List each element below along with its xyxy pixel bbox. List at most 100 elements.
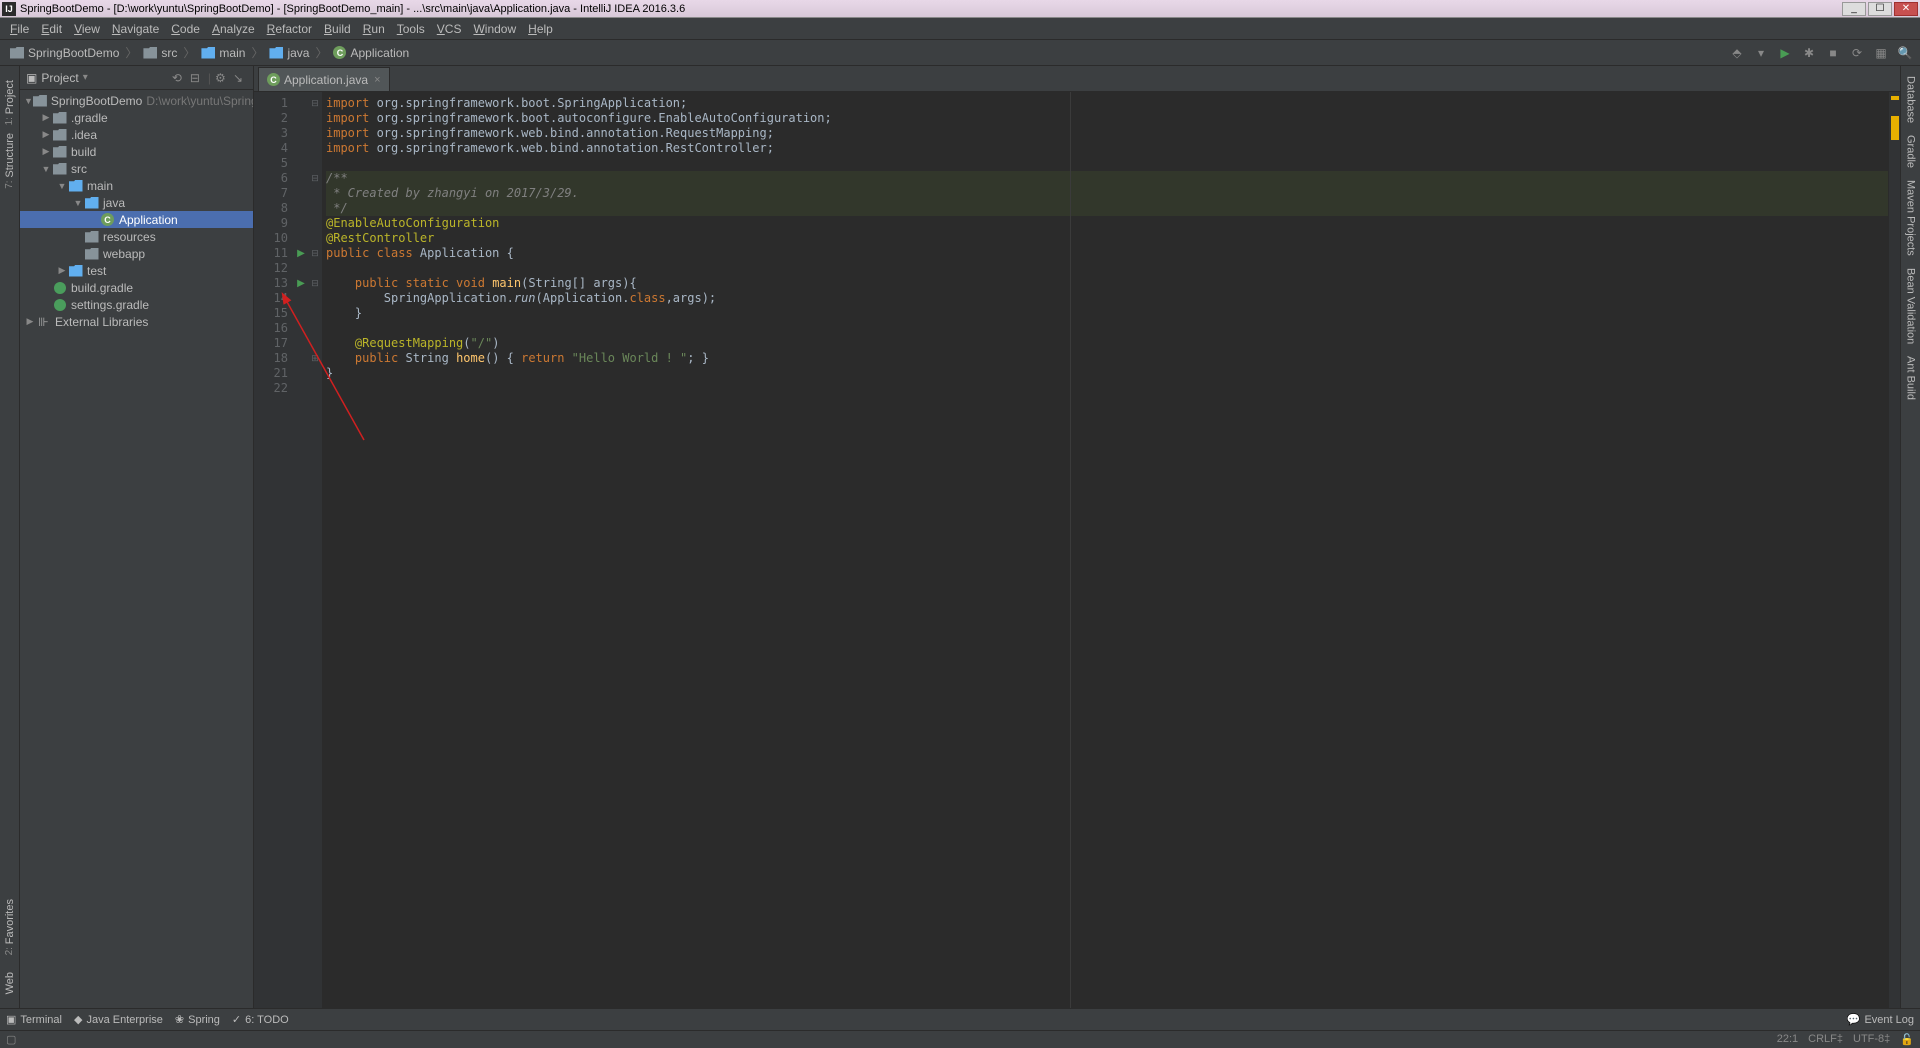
update-button[interactable]: ⟳	[1848, 44, 1866, 62]
code-line[interactable]: import org.springframework.web.bind.anno…	[326, 141, 1888, 156]
menu-vcs[interactable]: VCS	[431, 20, 468, 38]
code-line[interactable]	[326, 381, 1888, 396]
tool-windows-icon[interactable]: ▢	[6, 1033, 16, 1046]
fold-marker[interactable]	[308, 366, 322, 381]
tree-item-main[interactable]: ▼main	[20, 177, 253, 194]
tree-item-webapp[interactable]: webapp	[20, 245, 253, 262]
code-line[interactable]: import org.springframework.boot.SpringAp…	[326, 96, 1888, 111]
tree-item-settings-gradle[interactable]: settings.gradle	[20, 296, 253, 313]
gutter-tab-project[interactable]: 1: Project	[2, 76, 18, 129]
code-line[interactable]: @EnableAutoConfiguration	[326, 216, 1888, 231]
editor-tab-application[interactable]: C Application.java ×	[258, 67, 390, 91]
menu-refactor[interactable]: Refactor	[261, 20, 318, 38]
gutter-marker[interactable]	[294, 171, 308, 186]
code-line[interactable]	[326, 261, 1888, 276]
fold-marker[interactable]	[308, 261, 322, 276]
fold-marker[interactable]	[308, 201, 322, 216]
autoscroll-icon[interactable]: ⟲	[172, 71, 186, 85]
dropdown-icon[interactable]: ▾	[83, 72, 88, 83]
breadcrumb-springbootdemo[interactable]: SpringBootDemo	[6, 45, 123, 61]
breadcrumb-java[interactable]: java	[265, 45, 313, 61]
hide-icon[interactable]: ↘	[233, 71, 247, 85]
gutter-marker[interactable]	[294, 336, 308, 351]
gutter-marker[interactable]: ▶	[294, 246, 308, 261]
expand-icon[interactable]: ▼	[40, 164, 52, 174]
menu-help[interactable]: Help	[522, 20, 559, 38]
tree-item-build-gradle[interactable]: build.gradle	[20, 279, 253, 296]
layout-button[interactable]: ▦	[1872, 44, 1890, 62]
fold-marker[interactable]	[308, 291, 322, 306]
gutter-marker[interactable]	[294, 201, 308, 216]
line-separator[interactable]: CRLF‡	[1808, 1033, 1843, 1046]
fold-marker[interactable]	[308, 381, 322, 396]
tree-item-test[interactable]: ▶test	[20, 262, 253, 279]
expand-icon[interactable]: ▶	[40, 112, 52, 123]
caret-position[interactable]: 22:1	[1777, 1033, 1798, 1046]
gutter-marker[interactable]	[294, 366, 308, 381]
file-encoding[interactable]: UTF-8‡	[1853, 1033, 1890, 1046]
expand-icon[interactable]: ▼	[72, 198, 84, 208]
gutter-marker[interactable]	[294, 291, 308, 306]
fold-marker[interactable]	[308, 126, 322, 141]
expand-icon[interactable]: ▼	[24, 96, 33, 106]
gutter-marker[interactable]	[294, 126, 308, 141]
gutter-tab-structure[interactable]: 7: Structure	[2, 129, 18, 193]
menu-tools[interactable]: Tools	[391, 20, 431, 38]
run-icon[interactable]: ▶	[297, 248, 305, 259]
stop-button[interactable]: ■	[1824, 44, 1842, 62]
gutter-marker[interactable]	[294, 96, 308, 111]
breadcrumb-src[interactable]: src	[139, 45, 181, 61]
code-line[interactable]: */	[326, 201, 1888, 216]
gutter-marker[interactable]	[294, 156, 308, 171]
code-line[interactable]: public String home() { return "Hello Wor…	[326, 351, 1888, 366]
run-icon[interactable]: ▶	[297, 278, 305, 289]
fold-marker[interactable]: ⊟	[308, 96, 322, 111]
gutter-tab-web[interactable]: Web	[2, 968, 18, 998]
fold-marker[interactable]	[308, 111, 322, 126]
project-tree[interactable]: ▼SpringBootDemoD:\work\yuntu\SpringBoo▶.…	[20, 90, 253, 1008]
fold-marker[interactable]	[308, 141, 322, 156]
build-icon[interactable]: ⬘	[1728, 44, 1746, 62]
fold-marker[interactable]	[308, 231, 322, 246]
code-line[interactable]: }	[326, 366, 1888, 381]
menu-edit[interactable]: Edit	[35, 20, 68, 38]
gutter-marker[interactable]	[294, 231, 308, 246]
gutter-tab-bean-validation[interactable]: Bean Validation	[1903, 264, 1919, 348]
gutter-tab-maven-projects[interactable]: Maven Projects	[1903, 176, 1919, 260]
code-line[interactable]: @RestController	[326, 231, 1888, 246]
expand-icon[interactable]: ▶	[40, 129, 52, 140]
code-line[interactable]: @RequestMapping("/")	[326, 336, 1888, 351]
gutter-marker[interactable]	[294, 261, 308, 276]
fold-marker[interactable]: ⊟	[308, 246, 322, 261]
tree-item-springbootdemo[interactable]: ▼SpringBootDemoD:\work\yuntu\SpringBoo	[20, 92, 253, 109]
bottom-tool-terminal[interactable]: ▣Terminal	[6, 1013, 62, 1026]
gutter-marker[interactable]	[294, 306, 308, 321]
close-icon[interactable]: ×	[374, 74, 380, 86]
code-line[interactable]: import org.springframework.boot.autoconf…	[326, 111, 1888, 126]
gutter-tab-database[interactable]: Database	[1903, 72, 1919, 127]
bottom-tool-java-enterprise[interactable]: ◆Java Enterprise	[74, 1013, 163, 1026]
code-line[interactable]	[326, 321, 1888, 336]
code-line[interactable]: /**	[326, 171, 1888, 186]
gutter-tab-ant-build[interactable]: Ant Build	[1903, 352, 1919, 404]
search-icon[interactable]: 🔍	[1896, 44, 1914, 62]
fold-marker[interactable]: ⊟	[308, 276, 322, 291]
tree-item-resources[interactable]: resources	[20, 228, 253, 245]
bottom-tool-6--todo[interactable]: ✓6: TODO	[232, 1013, 289, 1026]
code-line[interactable]: SpringApplication.run(Application.class,…	[326, 291, 1888, 306]
menu-run[interactable]: Run	[357, 20, 391, 38]
tree-item-java[interactable]: ▼java	[20, 194, 253, 211]
editor-body[interactable]: 1234567891011121314151617182122 ▶▶ ⊟⊟⊟⊟⊞…	[254, 92, 1900, 1008]
expand-icon[interactable]: ▶	[24, 316, 36, 327]
menu-view[interactable]: View	[68, 20, 106, 38]
tree-item-application[interactable]: CApplication	[20, 211, 253, 228]
settings-icon[interactable]: ⚙	[215, 71, 229, 85]
code-line[interactable]	[326, 156, 1888, 171]
close-button[interactable]: ✕	[1894, 2, 1918, 16]
code-line[interactable]: import org.springframework.web.bind.anno…	[326, 126, 1888, 141]
menu-window[interactable]: Window	[467, 20, 522, 38]
expand-icon[interactable]: ▼	[56, 181, 68, 191]
fold-marker[interactable]	[308, 216, 322, 231]
menu-build[interactable]: Build	[318, 20, 357, 38]
fold-marker[interactable]: ⊞	[308, 351, 322, 366]
